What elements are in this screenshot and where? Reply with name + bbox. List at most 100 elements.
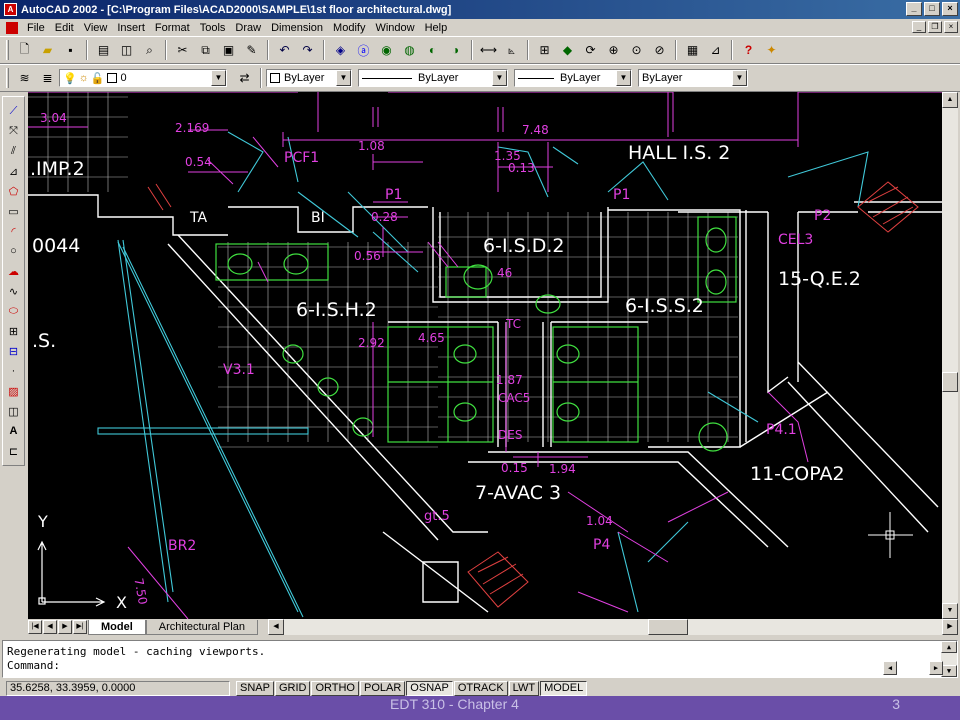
horizontal-scrollbar[interactable]: ◀ ▶ — [268, 619, 958, 635]
properties-icon[interactable]: ◐ — [422, 40, 443, 61]
whats-new-icon[interactable]: ✦ — [761, 40, 782, 61]
copy-icon[interactable]: ⧉ — [195, 40, 216, 61]
polar-toggle[interactable]: POLAR — [360, 680, 406, 696]
scroll-up-icon[interactable]: ▲ — [942, 92, 958, 108]
chevron-down-icon[interactable]: ▼ — [492, 70, 507, 86]
chevron-down-icon[interactable]: ▼ — [336, 70, 351, 86]
spline-icon[interactable]: ∿ — [4, 281, 24, 301]
plotstyle-dropdown[interactable]: ByLayer ▼ — [638, 69, 748, 87]
publish-web-icon[interactable]: ◉ — [376, 40, 397, 61]
color-dropdown[interactable]: ByLayer ▼ — [266, 69, 352, 87]
ellipse-icon[interactable]: ⬭ — [4, 301, 24, 321]
zoom-realtime-icon[interactable]: ⊕ — [603, 40, 624, 61]
make-block-icon[interactable]: ⊟ — [4, 341, 24, 361]
line-icon[interactable]: ⟋ — [4, 101, 24, 121]
floor-plan-drawing[interactable]: Y X HALL I.S. 2 .IMP.2 0044 .S. 6-I.S.D.… — [28, 92, 942, 619]
command-prompt[interactable]: Command: — [7, 659, 953, 673]
coordinate-readout[interactable]: 35.6258, 33.3959, 0.0000 — [6, 680, 230, 696]
object-properties-icon[interactable]: ▦ — [682, 40, 703, 61]
open-folder-icon[interactable]: ▰ — [37, 40, 58, 61]
menu-edit[interactable]: Edit — [50, 22, 79, 34]
grid-toggle[interactable]: GRID — [274, 680, 311, 696]
3d-orbit-icon[interactable]: ⟳ — [580, 40, 601, 61]
make-layer-current-icon[interactable]: ≣ — [37, 68, 58, 89]
doc-minimize-button[interactable]: _ — [912, 21, 926, 33]
scroll-left-icon[interactable]: ◀ — [883, 661, 897, 675]
multiline-text-icon[interactable]: A — [4, 421, 24, 441]
lineweight-dropdown[interactable]: ByLayer ▼ — [514, 69, 632, 87]
multiline-icon[interactable]: ⫽ — [4, 141, 24, 161]
menu-modify[interactable]: Modify — [328, 22, 370, 34]
realtime-pan-icon[interactable]: ⊞ — [534, 40, 555, 61]
browse-web-icon[interactable]: ⓐ — [353, 40, 374, 61]
undo-icon[interactable]: ↶ — [274, 40, 295, 61]
chevron-down-icon[interactable]: ▼ — [732, 70, 747, 86]
tab-model[interactable]: Model — [88, 619, 146, 635]
vertical-scroll-thumb[interactable] — [942, 372, 958, 392]
autocad-app-icon[interactable]: A — [4, 3, 17, 16]
tab-architectural-plan[interactable]: Architectural Plan — [145, 619, 258, 635]
close-button[interactable]: × — [942, 2, 958, 16]
prev-tab-icon[interactable]: ◀ — [43, 620, 57, 634]
scroll-down-icon[interactable]: ▼ — [942, 603, 958, 619]
hatch-icon[interactable]: ▨ — [4, 381, 24, 401]
zoom-previous-icon[interactable]: ⊘ — [649, 40, 670, 61]
ucs-icon[interactable]: ⦝ — [501, 40, 522, 61]
scroll-down-icon[interactable]: ▼ — [941, 665, 957, 677]
menu-window[interactable]: Window — [370, 22, 419, 34]
polygon-icon[interactable]: ⬠ — [4, 181, 24, 201]
command-scrollbar[interactable]: ▲ ▼ — [941, 641, 957, 677]
ortho-toggle[interactable]: ORTHO — [311, 680, 359, 696]
snap-toggle[interactable]: SNAP — [236, 680, 274, 696]
print-preview-icon[interactable]: ◫ — [116, 40, 137, 61]
scroll-up-icon[interactable]: ▲ — [941, 641, 957, 653]
toolbar-grip[interactable] — [6, 68, 9, 88]
maximize-button[interactable]: □ — [924, 2, 940, 16]
construction-line-icon[interactable]: ⤧ — [4, 121, 24, 141]
help-icon[interactable]: ? — [738, 40, 759, 61]
menu-tools[interactable]: Tools — [195, 22, 231, 34]
menu-file[interactable]: File — [22, 22, 50, 34]
redo-icon[interactable]: ↷ — [297, 40, 318, 61]
insert-block-icon[interactable]: ⊞ — [4, 321, 24, 341]
toolbar-grip[interactable] — [6, 40, 9, 60]
model-toggle[interactable]: MODEL — [540, 680, 588, 696]
polyline-icon[interactable]: ⊿ — [4, 161, 24, 181]
named-views-icon[interactable]: ◆ — [557, 40, 578, 61]
circle-icon[interactable]: ○ — [4, 241, 24, 261]
tool-palette-icon[interactable]: ◑ — [445, 40, 466, 61]
save-icon[interactable]: ▪ — [60, 40, 81, 61]
region-icon[interactable]: ◫ — [4, 401, 24, 421]
horizontal-scroll-thumb[interactable] — [648, 619, 688, 635]
command-hscroll[interactable]: ◀ ▶ — [883, 661, 943, 675]
menu-help[interactable]: Help — [420, 22, 453, 34]
first-tab-icon[interactable]: |◀ — [28, 620, 42, 634]
menu-format[interactable]: Format — [150, 22, 195, 34]
doc-restore-button[interactable]: ❐ — [928, 21, 942, 33]
command-window[interactable]: Regenerating model - caching viewports. … — [2, 640, 958, 678]
design-center-icon[interactable]: ◍ — [399, 40, 420, 61]
layer-manager-icon[interactable]: ≋ — [14, 68, 35, 89]
layer-dropdown[interactable]: 💡 ☼ 🔓 0 ▼ — [59, 69, 227, 87]
document-icon[interactable] — [6, 21, 18, 34]
vertical-scrollbar[interactable]: ▲ ▼ — [942, 92, 958, 619]
scroll-right-icon[interactable]: ▶ — [942, 619, 958, 635]
minimize-button[interactable]: _ — [906, 2, 922, 16]
scroll-right-icon[interactable]: ▶ — [929, 661, 943, 675]
find-replace-icon[interactable]: ⌕ — [139, 40, 160, 61]
last-tab-icon[interactable]: ▶| — [73, 620, 87, 634]
scroll-left-icon[interactable]: ◀ — [268, 619, 284, 635]
new-file-icon[interactable]: 🗋 — [14, 40, 35, 61]
lwt-toggle[interactable]: LWT — [508, 680, 540, 696]
doc-close-button[interactable]: × — [944, 21, 958, 33]
otrack-toggle[interactable]: OTRACK — [453, 680, 508, 696]
menu-view[interactable]: View — [79, 22, 113, 34]
chevron-down-icon[interactable]: ▼ — [211, 70, 226, 86]
rectangle-icon[interactable]: ▭ — [4, 201, 24, 221]
layer-previous-icon[interactable]: ⇄ — [234, 68, 255, 89]
match-properties-icon[interactable]: ✎ — [241, 40, 262, 61]
osnap-toggle[interactable]: OSNAP — [406, 680, 453, 696]
chevron-down-icon[interactable]: ▼ — [616, 70, 631, 86]
distance-icon[interactable]: ⟷ — [478, 40, 499, 61]
menu-dimension[interactable]: Dimension — [266, 22, 328, 34]
